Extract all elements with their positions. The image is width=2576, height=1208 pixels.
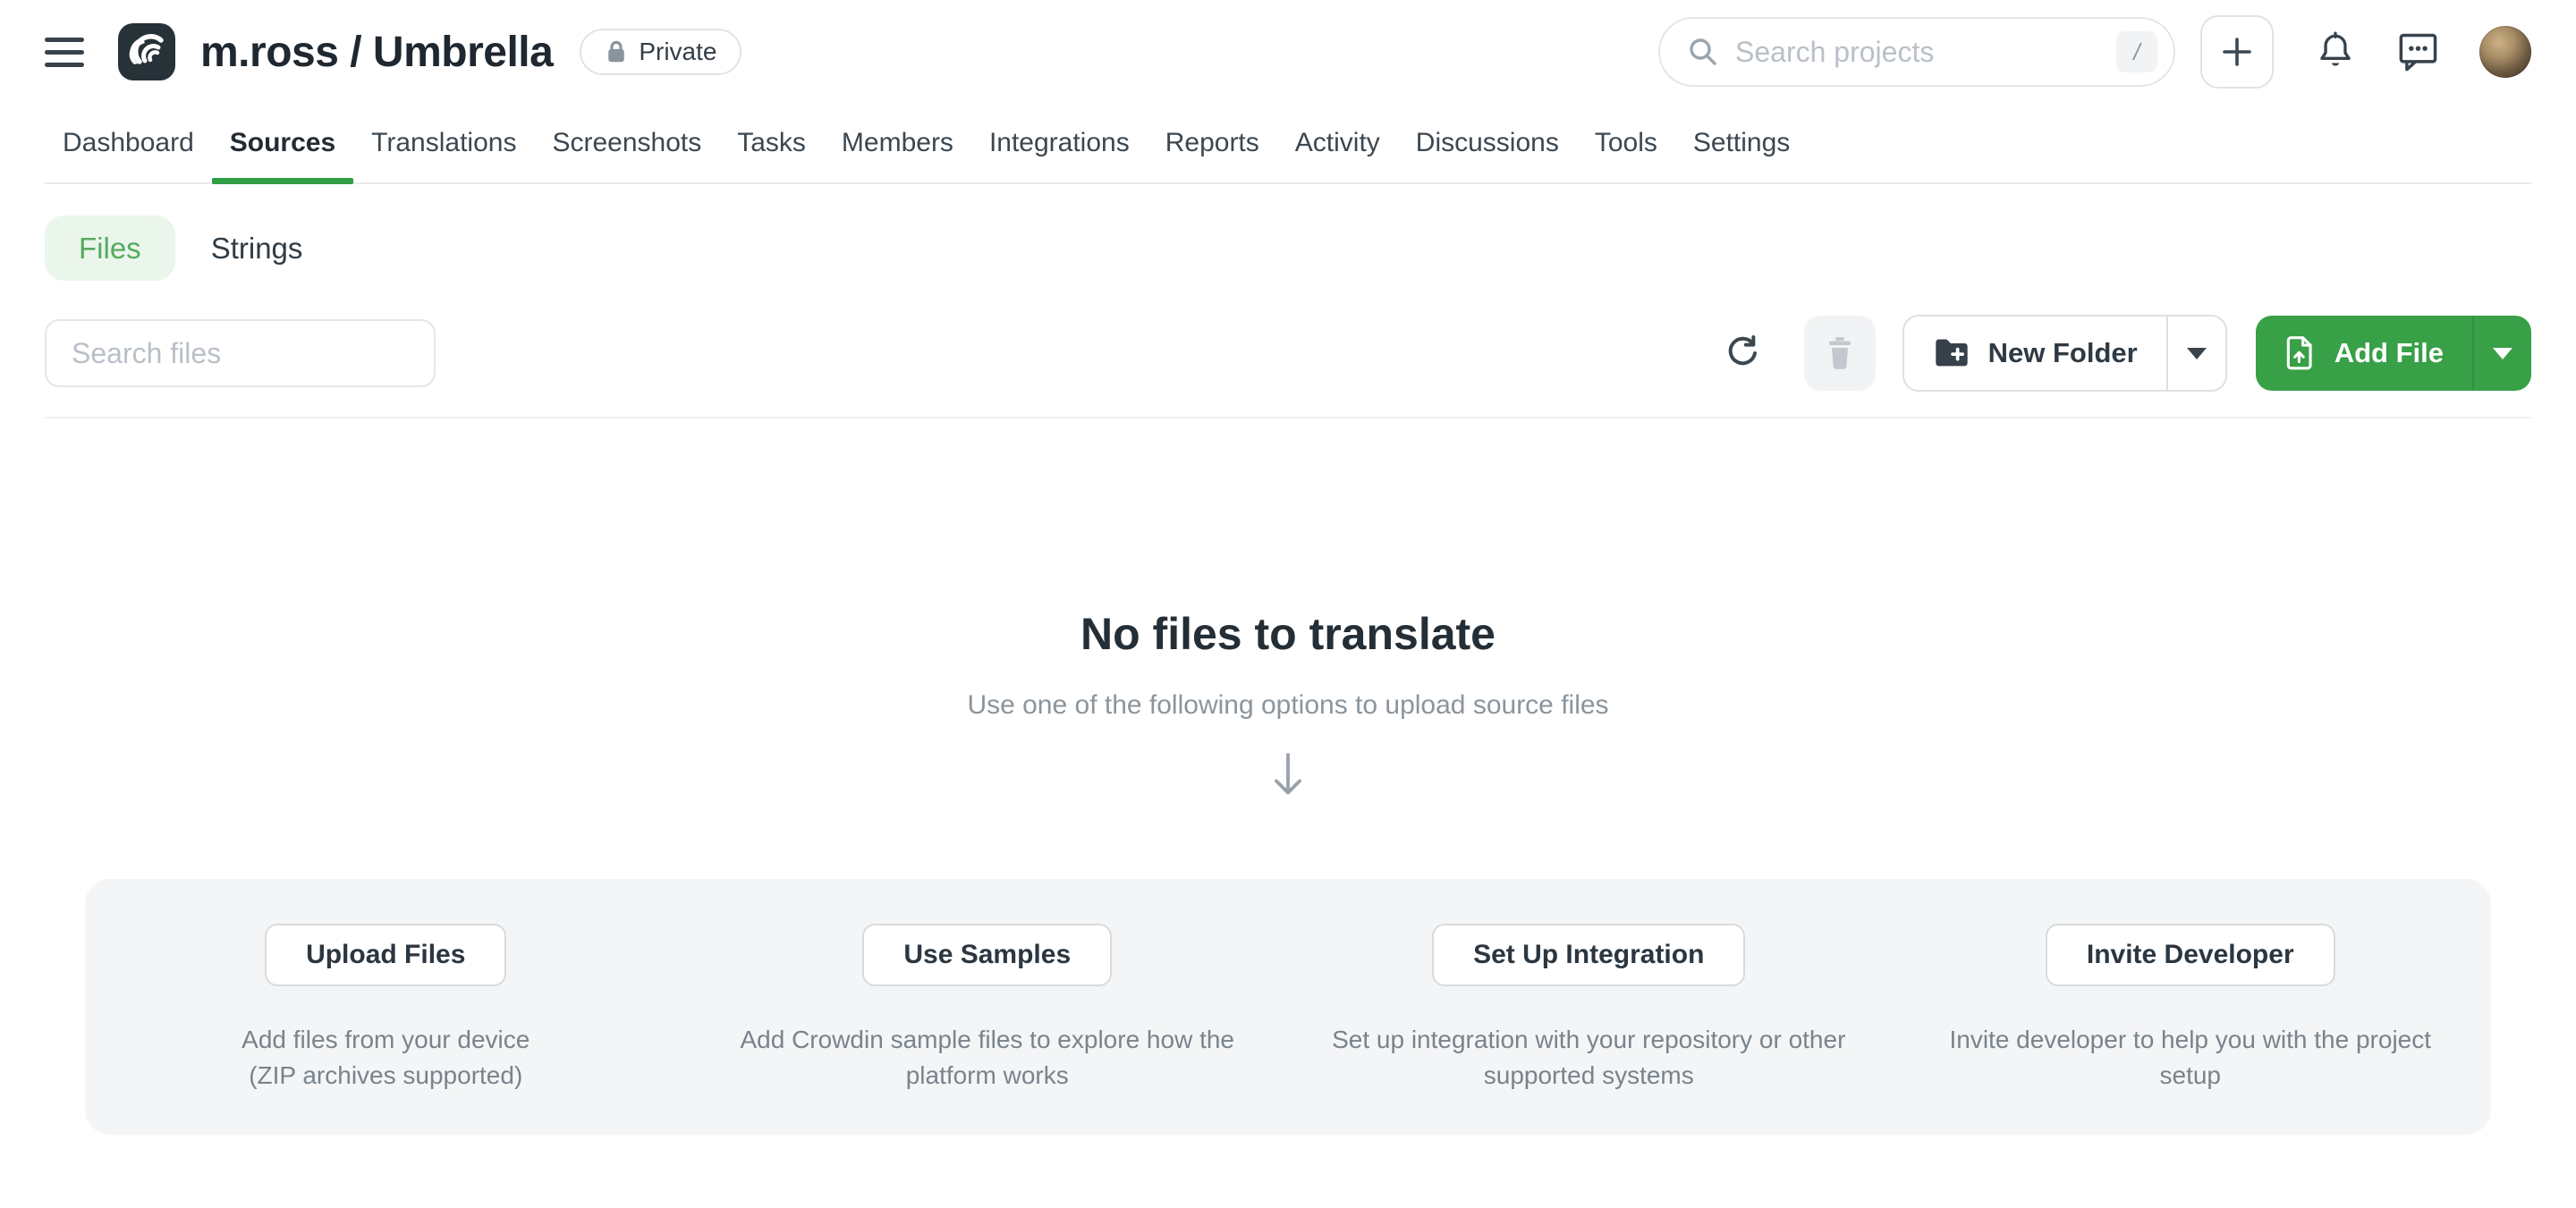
tab-tools[interactable]: Tools: [1577, 104, 1675, 182]
privacy-badge: Private: [580, 29, 741, 75]
file-upload-icon: [2284, 334, 2317, 372]
tab-tasks[interactable]: Tasks: [719, 104, 824, 182]
new-folder-dropdown[interactable]: [2166, 317, 2225, 390]
caret-down-icon: [2187, 348, 2207, 359]
lock-icon: [605, 38, 628, 65]
upload-files-button[interactable]: Upload Files: [265, 924, 506, 986]
down-arrow-icon: [1267, 751, 1309, 798]
new-folder-button[interactable]: New Folder: [1904, 317, 2166, 390]
set-up-integration-button[interactable]: Set Up Integration: [1432, 924, 1745, 986]
tab-members[interactable]: Members: [824, 104, 971, 182]
add-file-dropdown[interactable]: [2472, 316, 2531, 391]
search-shortcut-badge: /: [2116, 31, 2157, 72]
new-folder-split-button: New Folder: [1902, 315, 2227, 392]
option-upload-files: Upload Files Add files from your device …: [85, 924, 687, 1135]
upload-options-panel: Upload Files Add files from your device …: [85, 879, 2491, 1135]
project-tabbar: Dashboard Sources Translations Screensho…: [45, 104, 2531, 184]
delete-button[interactable]: [1804, 316, 1876, 391]
empty-state-subtitle: Use one of the following options to uplo…: [0, 690, 2576, 721]
caret-down-icon: [2493, 348, 2512, 359]
empty-state-title: No files to translate: [0, 608, 2576, 660]
toolbar-actions: New Folder Add File: [1724, 315, 2531, 392]
tab-screenshots[interactable]: Screenshots: [534, 104, 719, 182]
privacy-badge-label: Private: [639, 38, 716, 66]
search-input[interactable]: [1735, 36, 2116, 69]
empty-state: No files to translate Use one of the fol…: [0, 608, 2576, 802]
use-samples-description: Add Crowdin sample files to explore how …: [740, 1022, 1234, 1094]
option-set-up-integration: Set Up Integration Set up integration wi…: [1288, 924, 1890, 1135]
option-use-samples: Use Samples Add Crowdin sample files to …: [687, 924, 1289, 1135]
subnav-files[interactable]: Files: [45, 215, 175, 281]
messages-button[interactable]: [2397, 30, 2440, 73]
search-icon: [1687, 36, 1719, 68]
chat-icon: [2397, 30, 2440, 73]
use-samples-button[interactable]: Use Samples: [862, 924, 1112, 986]
option-invite-developer: Invite Developer Invite developer to hel…: [1890, 924, 2492, 1135]
create-project-button[interactable]: [2200, 15, 2274, 89]
notifications-button[interactable]: [2315, 30, 2356, 73]
top-header: m.ross / Umbrella Private /: [0, 0, 2576, 104]
add-file-split-button: Add File: [2256, 316, 2531, 391]
page-title: m.ross / Umbrella: [200, 28, 553, 77]
folder-plus-icon: [1933, 337, 1970, 369]
upload-files-description: Add files from your device (ZIP archives…: [242, 1022, 530, 1094]
trash-icon: [1822, 334, 1858, 373]
tab-settings[interactable]: Settings: [1675, 104, 1808, 182]
tab-reports[interactable]: Reports: [1148, 104, 1277, 182]
tab-translations[interactable]: Translations: [353, 104, 534, 182]
bell-icon: [2315, 30, 2356, 73]
tab-integrations[interactable]: Integrations: [971, 104, 1148, 182]
add-file-label: Add File: [2334, 337, 2444, 369]
toolbar-divider: [45, 417, 2531, 418]
add-file-button[interactable]: Add File: [2256, 316, 2472, 391]
crowdin-logo[interactable]: [118, 23, 175, 80]
set-up-integration-description: Set up integration with your repository …: [1332, 1022, 1845, 1094]
tab-dashboard[interactable]: Dashboard: [45, 104, 212, 182]
invite-developer-button[interactable]: Invite Developer: [2046, 924, 2335, 986]
menu-icon[interactable]: [45, 38, 84, 67]
tab-activity[interactable]: Activity: [1277, 104, 1398, 182]
files-toolbar: New Folder Add File: [45, 315, 2531, 392]
plus-icon: [2220, 35, 2254, 69]
tab-sources[interactable]: Sources: [212, 104, 353, 182]
refresh-icon: [1724, 334, 1761, 372]
sources-subnav: Files Strings: [45, 215, 2531, 281]
new-folder-label: New Folder: [1988, 337, 2138, 369]
file-search-input[interactable]: [45, 319, 436, 387]
project-search[interactable]: /: [1658, 17, 2175, 87]
invite-developer-description: Invite developer to help you with the pr…: [1949, 1022, 2431, 1094]
refresh-button[interactable]: [1724, 334, 1761, 372]
avatar[interactable]: [2479, 26, 2531, 78]
subnav-strings[interactable]: Strings: [184, 215, 330, 281]
tab-discussions[interactable]: Discussions: [1398, 104, 1577, 182]
